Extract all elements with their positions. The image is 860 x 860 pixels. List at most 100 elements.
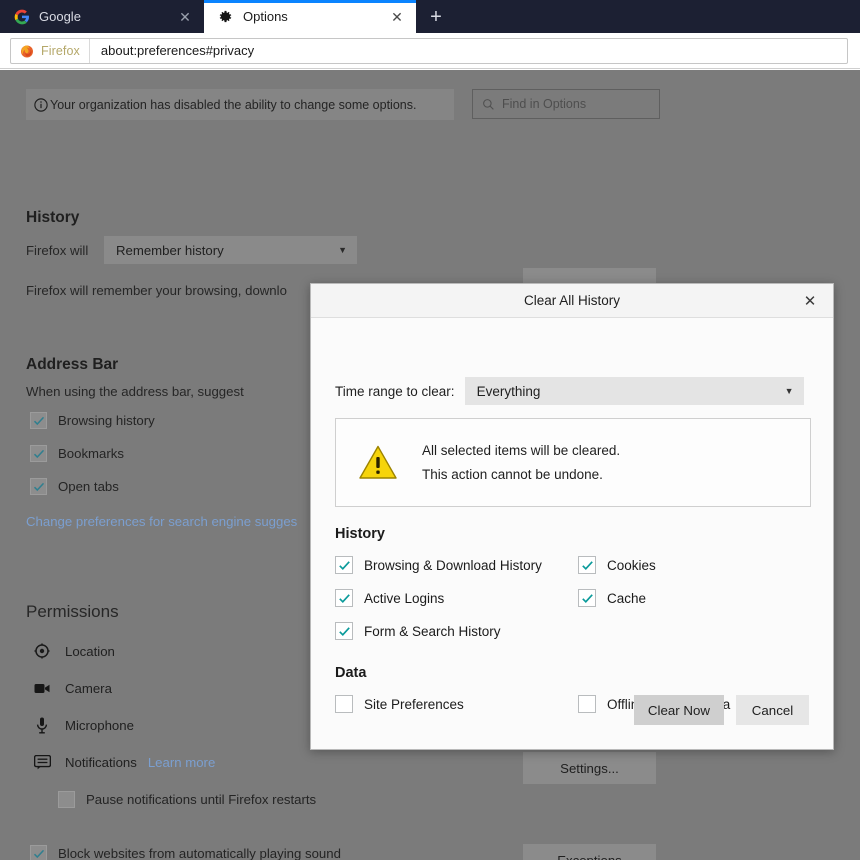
find-in-options-input[interactable]: Find in Options [472, 89, 660, 119]
settings-button[interactable]: Settings... [523, 752, 656, 784]
checkbox-label: Open tabs [58, 479, 119, 494]
google-icon [13, 8, 30, 25]
history-mode-dropdown[interactable]: Remember history ▼ [104, 236, 357, 264]
info-icon [34, 97, 48, 112]
checkbox-box [578, 695, 596, 713]
checkbox-box [30, 845, 47, 860]
checkbox-box [578, 556, 596, 574]
dialog-checkbox-active-logins[interactable]: Active Logins [335, 589, 444, 607]
permission-label: Notifications [65, 754, 137, 770]
tab-options[interactable]: Options ✕ [204, 0, 416, 33]
find-placeholder: Find in Options [502, 97, 587, 111]
permission-notifications[interactable]: Notifications Learn more [33, 753, 215, 771]
time-range-row: Time range to clear: Everything ▼ [335, 377, 804, 405]
cancel-button[interactable]: Cancel [736, 695, 809, 725]
time-range-value: Everything [476, 383, 541, 399]
address-bar-heading: Address Bar [26, 356, 119, 373]
checkbox-label: Block websites from automatically playin… [58, 846, 341, 860]
dialog-history-heading: History [335, 526, 385, 542]
navigation-bar: Firefox about:preferences#privacy [0, 33, 860, 69]
history-heading: History [26, 209, 80, 226]
dialog-checkbox-cookies[interactable]: Cookies [578, 556, 656, 574]
dialog-data-heading: Data [335, 665, 367, 681]
address-bar-subtitle: When using the address bar, suggest [26, 384, 244, 399]
checkbox-box [30, 412, 47, 429]
dialog-button-row: Clear Now Cancel [633, 695, 809, 725]
microphone-icon [33, 716, 51, 734]
clear-all-history-dialog: Clear All History ✕ Time range to clear:… [310, 283, 834, 750]
checkbox-box [335, 589, 353, 607]
checkbox-box [335, 622, 353, 640]
tab-title: Google [39, 9, 81, 24]
organization-notice: Your organization has disabled the abili… [26, 89, 454, 120]
exceptions-button[interactable]: Exceptions [523, 844, 656, 860]
permission-label: Microphone [65, 717, 134, 733]
warning-line-2: This action cannot be undone. [422, 467, 603, 482]
clear-now-button[interactable]: Clear Now [633, 695, 724, 725]
checkbox-pause-notifications[interactable]: Pause notifications until Firefox restar… [58, 791, 316, 808]
checkbox-label: Site Preferences [364, 696, 464, 712]
url-text[interactable]: about:preferences#privacy [90, 43, 254, 58]
checkbox-bookmarks[interactable]: Bookmarks [30, 445, 124, 462]
permission-microphone[interactable]: Microphone [33, 716, 134, 734]
notifications-icon [33, 753, 51, 771]
checkbox-open-tabs[interactable]: Open tabs [30, 478, 119, 495]
permission-location[interactable]: Location [33, 642, 115, 660]
checkbox-browsing-history[interactable]: Browsing history [30, 412, 155, 429]
firefox-will-label: Firefox will [26, 243, 89, 258]
checkbox-box [30, 478, 47, 495]
camera-icon [33, 679, 51, 697]
checkbox-box [30, 445, 47, 462]
close-icon[interactable]: ✕ [388, 8, 406, 26]
checkbox-label: Browsing & Download History [364, 557, 542, 573]
checkbox-label: Browsing history [58, 413, 155, 428]
checkbox-label: Pause notifications until Firefox restar… [86, 792, 317, 807]
chevron-down-icon: ▼ [784, 386, 794, 396]
checkbox-block-autoplay[interactable]: Block websites from automatically playin… [30, 845, 341, 860]
close-icon[interactable]: ✕ [797, 284, 823, 318]
permissions-heading: Permissions [26, 602, 119, 621]
dialog-checkbox-form-search-history[interactable]: Form & Search History [335, 622, 501, 640]
search-icon [483, 98, 494, 110]
location-icon [33, 642, 51, 660]
warning-triangle-icon [359, 445, 397, 479]
checkbox-box [335, 556, 353, 574]
gear-icon [217, 8, 234, 25]
address-bar[interactable]: Firefox about:preferences#privacy [10, 37, 848, 64]
checkbox-label: Active Logins [364, 590, 445, 606]
tab-title: Options [243, 9, 288, 24]
time-range-select[interactable]: Everything ▼ [464, 377, 804, 405]
identity-label: Firefox [41, 43, 80, 58]
time-range-label: Time range to clear: [335, 383, 455, 399]
identity-box[interactable]: Firefox [11, 38, 90, 63]
checkbox-box [335, 695, 353, 713]
dialog-titlebar: Clear All History ✕ [311, 284, 833, 318]
checkbox-box [58, 791, 75, 808]
warning-box: All selected items will be cleared. This… [335, 418, 811, 507]
checkbox-label: Cookies [607, 557, 656, 573]
notice-text: Your organization has disabled the abili… [50, 97, 417, 112]
firefox-logo-icon [21, 45, 33, 57]
dialog-body: Time range to clear: Everything ▼ All se… [311, 318, 833, 749]
chevron-down-icon: ▼ [338, 245, 347, 255]
learn-more-link[interactable]: Learn more [148, 755, 215, 770]
warning-text: All selected items will be cleared. This… [422, 443, 620, 482]
dialog-checkbox-cache[interactable]: Cache [578, 589, 646, 607]
tab-google[interactable]: Google ✕ [0, 0, 204, 33]
tab-bar: Google ✕ Options ✕ + [0, 0, 860, 33]
permission-camera[interactable]: Camera [33, 679, 112, 697]
checkbox-box [578, 589, 596, 607]
checkbox-label: Bookmarks [58, 446, 124, 461]
history-mode-value: Remember history [116, 242, 224, 258]
checkbox-label: Cache [607, 590, 647, 606]
history-description: Firefox will remember your browsing, dow… [26, 283, 287, 298]
dialog-checkbox-site-preferences[interactable]: Site Preferences [335, 695, 464, 713]
browser-window: Google ✕ Options ✕ + Firefox about:prefe… [0, 0, 860, 860]
dialog-checkbox-browsing-download-history[interactable]: Browsing & Download History [335, 556, 542, 574]
new-tab-button[interactable]: + [416, 0, 456, 33]
checkbox-label: Form & Search History [364, 623, 501, 639]
search-suggestions-link[interactable]: Change preferences for search engine sug… [26, 514, 297, 529]
close-icon[interactable]: ✕ [176, 8, 194, 26]
warning-line-1: All selected items will be cleared. [422, 443, 621, 458]
permission-label: Location [65, 643, 115, 659]
